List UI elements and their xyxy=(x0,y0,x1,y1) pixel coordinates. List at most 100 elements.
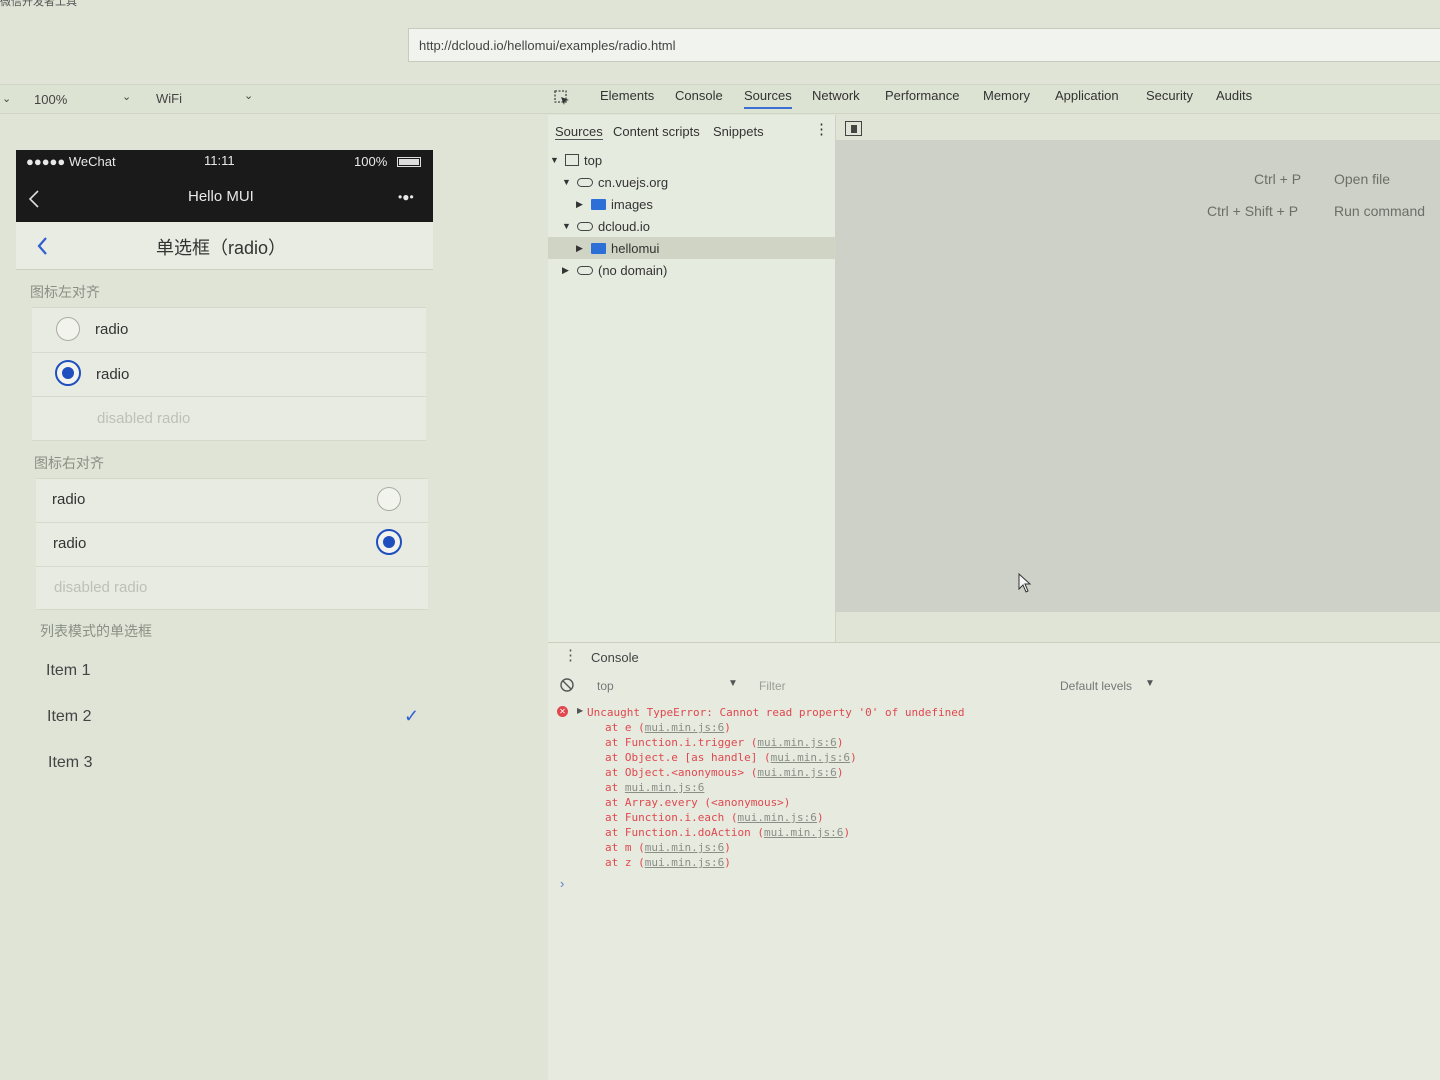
section-title-left: 图标左对齐 xyxy=(30,284,100,300)
list-item-1[interactable]: Item 1 xyxy=(46,662,90,680)
radio-right-1[interactable] xyxy=(377,487,401,511)
inspect-element-icon[interactable] xyxy=(554,90,570,106)
tree-label: images xyxy=(611,196,653,212)
log-levels-select[interactable]: Default levels xyxy=(1060,679,1132,693)
device-dropdown-chevron-icon[interactable]: ⌄ xyxy=(2,92,11,105)
stack-frame-text: at Function.i.each ( xyxy=(605,811,738,824)
console-filter-input[interactable]: Filter xyxy=(759,679,786,693)
tree-label: hellomui xyxy=(611,240,660,256)
url-text: http://dcloud.io/hellomui/examples/radio… xyxy=(419,38,676,53)
tab-sources[interactable]: Sources xyxy=(744,88,792,109)
cloud-icon xyxy=(577,265,593,275)
toggle-sidebar-icon[interactable] xyxy=(845,121,862,136)
context-dropdown-icon[interactable]: ▼ xyxy=(728,678,738,689)
divider xyxy=(32,352,426,353)
tree-node-top[interactable]: ▼ top xyxy=(548,149,836,171)
network-chevron-icon[interactable]: ⌄ xyxy=(244,89,253,102)
radio-label: radio xyxy=(53,535,87,552)
more-menu-icon[interactable]: •●• xyxy=(398,190,414,204)
source-link[interactable]: mui.min.js:6 xyxy=(757,766,836,779)
section-title-list: 列表模式的单选框 xyxy=(40,623,152,639)
source-link[interactable]: mui.min.js:6 xyxy=(625,781,704,794)
stack-frame: at m (mui.min.js:6) xyxy=(605,841,857,856)
tab-application[interactable]: Application xyxy=(1055,88,1119,103)
page-back-icon[interactable] xyxy=(36,236,48,256)
stack-frame: at Array.every (<anonymous>) xyxy=(605,796,857,811)
zoom-chevron-icon[interactable]: ⌄ xyxy=(122,90,131,103)
mouse-cursor-icon xyxy=(1018,572,1032,593)
list-item-2[interactable]: Item 2 xyxy=(47,708,91,726)
tab-security[interactable]: Security xyxy=(1146,88,1193,103)
tab-audits[interactable]: Audits xyxy=(1216,88,1252,103)
radio-label-disabled: disabled radio xyxy=(54,579,148,596)
divider xyxy=(36,522,428,523)
tree-label: cn.vuejs.org xyxy=(598,174,669,190)
radio-right-2[interactable] xyxy=(376,529,402,555)
tree-node-dcloud[interactable]: ▼ dcloud.io xyxy=(548,215,836,237)
drawer-menu-icon[interactable]: ⋮ xyxy=(563,646,578,664)
carrier-label: ●●●●● WeChat xyxy=(26,154,116,169)
stack-frame-text: at Function.i.trigger ( xyxy=(605,736,758,749)
stack-frame-text: ) xyxy=(850,751,857,764)
url-bar[interactable]: http://dcloud.io/hellomui/examples/radio… xyxy=(408,28,1440,62)
collapsed-triangle-icon: ▶ xyxy=(562,264,569,275)
expanded-triangle-icon: ▼ xyxy=(562,177,571,187)
stack-frame: at z (mui.min.js:6) xyxy=(605,856,857,871)
tab-performance[interactable]: Performance xyxy=(885,88,959,103)
network-select[interactable]: WiFi xyxy=(156,91,182,106)
source-link[interactable]: mui.min.js:6 xyxy=(645,721,724,734)
radio-left-1[interactable] xyxy=(56,317,80,341)
back-arrow-icon[interactable] xyxy=(28,190,40,208)
tree-node-hellomui[interactable]: ▶ hellomui xyxy=(548,237,836,259)
clear-console-icon[interactable] xyxy=(560,678,574,692)
tab-elements[interactable]: Elements xyxy=(600,88,654,103)
source-link[interactable]: mui.min.js:6 xyxy=(771,751,850,764)
collapsed-triangle-icon: ▶ xyxy=(576,242,583,253)
battery-icon xyxy=(397,157,421,167)
tree-node-images[interactable]: ▶ images xyxy=(548,193,836,215)
console-prompt[interactable]: › xyxy=(560,876,564,891)
expand-error-icon[interactable]: ▶ xyxy=(577,706,583,715)
status-time: 11:11 xyxy=(204,153,235,168)
tab-console[interactable]: Console xyxy=(675,88,723,103)
radio-label: radio xyxy=(52,491,86,508)
cloud-icon xyxy=(577,177,593,187)
stack-frame-text: at z ( xyxy=(605,856,645,869)
zoom-select[interactable]: 100% xyxy=(34,92,67,107)
list-item-3[interactable]: Item 3 xyxy=(48,754,92,772)
stack-frame: at Function.i.trigger (mui.min.js:6) xyxy=(605,736,857,751)
stack-frame: at Function.i.doAction (mui.min.js:6) xyxy=(605,826,857,841)
expanded-triangle-icon: ▼ xyxy=(550,155,559,165)
app-title: 微信开发者工具 xyxy=(0,0,77,8)
collapsed-triangle-icon: ▶ xyxy=(576,198,583,209)
radio-left-2[interactable] xyxy=(55,360,81,386)
section-title-right: 图标右对齐 xyxy=(34,455,104,471)
source-link[interactable]: mui.min.js:6 xyxy=(764,826,843,839)
tree-label: (no domain) xyxy=(598,262,668,278)
context-select[interactable]: top xyxy=(597,679,614,693)
tree-node-no-domain[interactable]: ▶ (no domain) xyxy=(548,259,836,281)
stack-frame-text: ) xyxy=(836,736,844,749)
console-tab[interactable]: Console xyxy=(591,650,639,665)
subtab-sources[interactable]: Sources xyxy=(555,124,603,140)
source-link[interactable]: mui.min.js:6 xyxy=(737,811,816,824)
tab-network[interactable]: Network xyxy=(812,88,860,103)
source-link[interactable]: mui.min.js:6 xyxy=(645,841,724,854)
divider xyxy=(36,566,428,567)
stack-frame-text: at xyxy=(605,781,625,794)
tree-node-cn-vuejs[interactable]: ▼ cn.vuejs.org xyxy=(548,171,836,193)
battery-percent: 100% xyxy=(354,154,388,169)
subtab-snippets[interactable]: Snippets xyxy=(713,124,764,139)
stack-frame: at Function.i.each (mui.min.js:6) xyxy=(605,811,857,826)
more-options-icon[interactable]: ⋮ xyxy=(814,120,829,138)
subtab-content-scripts[interactable]: Content scripts xyxy=(613,124,700,139)
radio-selected-dot xyxy=(62,367,74,379)
source-link[interactable]: mui.min.js:6 xyxy=(645,856,724,869)
stack-frame-text: at e ( xyxy=(605,721,645,734)
stack-frame-text: ) xyxy=(843,826,851,839)
stack-frame: at Object.e [as handle] (mui.min.js:6) xyxy=(605,751,857,766)
source-link[interactable]: mui.min.js:6 xyxy=(757,736,836,749)
stack-frame-text: at m ( xyxy=(605,841,645,854)
tab-memory[interactable]: Memory xyxy=(983,88,1030,103)
log-levels-dropdown-icon[interactable]: ▼ xyxy=(1145,678,1155,689)
